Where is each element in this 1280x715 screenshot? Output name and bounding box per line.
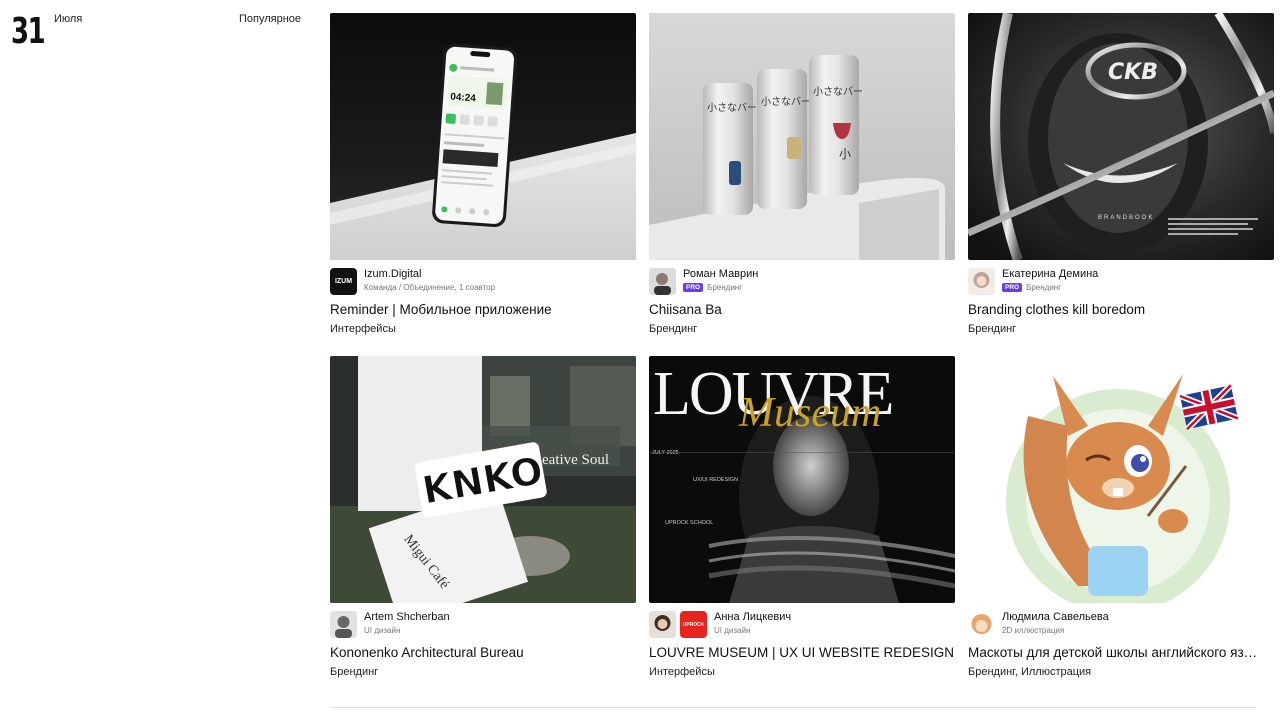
author-row[interactable]: Людмила Савельева 2D иллюстрация [968,611,1274,639]
project-card[interactable]: eative Soul Migui Café KNKO Artem Shcher… [330,356,636,678]
author-name[interactable]: Artem Shcherban [364,611,450,623]
author-subtitle-text: Брендинг [1026,283,1062,292]
author-name[interactable]: Людмила Савельева [1002,611,1109,623]
section-divider [330,707,1256,708]
popular-filter-link[interactable]: Популярное [239,13,301,25]
project-card[interactable]: LOUVRE Museum JULY 2025 UX/UI REDESIGN U… [649,356,955,678]
project-card[interactable]: 小さなバー 小さなバー 小さなバー 小 Роман Маврин PRO Бре… [649,13,955,335]
author-row[interactable]: Роман Маврин PRO Брендинг [649,268,955,296]
side-line: UPROCK SCHOOL [665,520,713,526]
avatar[interactable] [968,611,995,638]
project-thumbnail[interactable]: 04:24 [330,13,636,260]
project-card[interactable]: 04:24 IZUM Izum.Digital Команда / Объеди… [330,13,636,335]
avatar[interactable] [968,268,995,295]
svg-text:小: 小 [839,147,851,161]
author-subtitle: UI дизайн [714,626,750,635]
team-avatar[interactable]: UPROCK [680,611,707,638]
project-title[interactable]: Reminder | Мобильное приложение [330,302,636,317]
team-avatar-text: UPROCK [682,621,705,628]
date-block: 31 [11,12,57,52]
month-label: Июля [54,13,83,25]
project-category[interactable]: Интерфейсы [649,666,715,678]
project-thumbnail[interactable] [968,356,1274,603]
side-line: UX/UI REDESIGN [693,477,738,483]
pro-badge: PRO [1002,283,1023,292]
project-thumbnail[interactable]: 小さなバー 小さなバー 小さなバー 小 [649,13,955,260]
project-title[interactable]: Маскоты для детской школы английского яз… [968,645,1274,660]
script-text: Museum [738,390,881,436]
project-title[interactable]: Chiisana Ba [649,302,955,317]
project-title[interactable]: Kononenko Architectural Bureau [330,645,636,660]
avatar[interactable] [330,611,357,638]
author-name[interactable]: Анна Лицкевич [714,611,791,623]
project-category[interactable]: Интерфейсы [330,323,396,335]
brandbook-label: BRANDBOOK [1098,215,1154,221]
author-subtitle: PRO Брендинг [1002,283,1061,292]
project-title[interactable]: Branding clothes kill boredom [968,302,1274,317]
can-label: 小さなバー [813,86,863,98]
author-name[interactable]: Екатерина Демина [1002,268,1098,280]
author-name[interactable]: Izum.Digital [364,268,421,280]
author-subtitle: 2D иллюстрация [1002,626,1064,635]
tagline-text: eative Soul [542,452,609,468]
project-thumbnail[interactable]: CKB BRANDBOOK [968,13,1274,260]
brand-logo: CKB [1108,60,1158,85]
project-category[interactable]: Брендинг [968,323,1016,335]
avatar-logo-text: IZUM [334,278,353,285]
author-row[interactable]: IZUM Izum.Digital Команда / Объединение,… [330,268,636,296]
author-subtitle: UI дизайн [364,626,400,635]
author-row[interactable]: Artem Shcherban UI дизайн [330,611,636,639]
project-category[interactable]: Брендинг [649,323,697,335]
author-row[interactable]: UPROCK Анна Лицкевич UI дизайн [649,611,955,639]
side-line: JULY 2025 [652,450,679,456]
phone-time: 04:24 [450,92,477,105]
pro-badge: PRO [683,283,704,292]
author-subtitle: Команда / Объединение, 1 соавтор [364,283,495,292]
avatar[interactable]: IZUM [330,268,357,295]
avatar[interactable] [649,268,676,295]
author-row[interactable]: Екатерина Демина PRO Брендинг [968,268,1274,296]
author-name[interactable]: Роман Маврин [683,268,758,280]
author-subtitle-text: UI дизайн [714,626,751,635]
project-title[interactable]: LOUVRE MUSEUM | UX UI WEBSITE REDESIGN [649,645,955,660]
can-label: 小さなバー [707,102,757,114]
project-card[interactable]: CKB BRANDBOOK Екатерина Демина PRO Бренд… [968,13,1274,335]
project-category[interactable]: Брендинг, Иллюстрация [968,666,1091,678]
author-subtitle-text: UI дизайн [364,626,401,635]
author-subtitle-text: Брендинг [707,283,743,292]
project-thumbnail[interactable]: eative Soul Migui Café KNKO [330,356,636,603]
day-number: 31 [11,11,46,52]
author-subtitle-text: Команда / Объединение, 1 соавтор [364,283,496,292]
author-subtitle-text: 2D иллюстрация [1002,626,1065,635]
project-card[interactable]: Людмила Савельева 2D иллюстрация Маскоты… [968,356,1274,678]
author-subtitle: PRO Брендинг [683,283,742,292]
project-thumbnail[interactable]: LOUVRE Museum JULY 2025 UX/UI REDESIGN U… [649,356,955,603]
can-label: 小さなバー [761,96,811,108]
project-category[interactable]: Брендинг [330,666,378,678]
avatar[interactable] [649,611,676,638]
